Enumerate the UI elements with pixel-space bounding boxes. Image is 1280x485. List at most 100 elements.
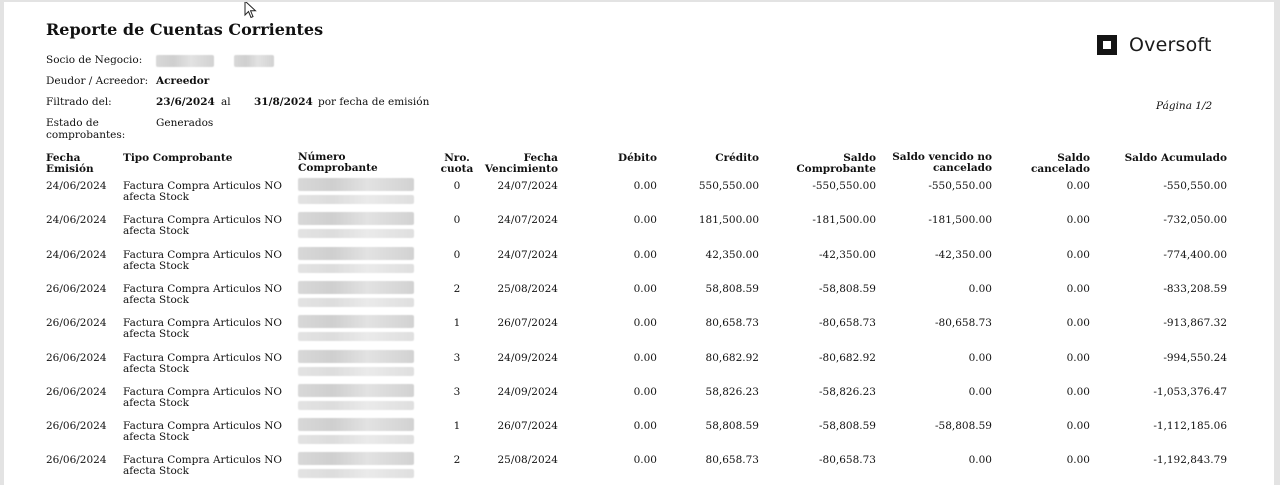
col-saldo-vencido: Saldo vencido no cancelado	[892, 151, 992, 174]
row-credito: 550,550.00	[698, 180, 759, 192]
row-tipo-comprobante: Factura Compra Articulos NO afecta Stock	[123, 249, 282, 272]
row-numero-comprobante-redacted	[298, 281, 414, 294]
estado-label-line2: comprobantes:	[46, 129, 126, 141]
mouse-cursor-icon	[244, 2, 257, 19]
row-saldo-comprobante: -42,350.00	[819, 249, 876, 261]
row-fecha-vencimiento: 26/07/2024	[497, 420, 558, 432]
row-nro-cuota: 0	[453, 214, 461, 226]
row-credito: 80,658.73	[705, 454, 759, 466]
row-numero-comprobante-redacted	[298, 229, 414, 238]
row-saldo-vencido: -181,500.00	[928, 214, 992, 226]
page-number: Página 1/2	[1156, 100, 1213, 112]
deudor-label: Deudor / Acreedor:	[46, 75, 149, 87]
fecha-desde: 23/6/2024	[156, 96, 215, 108]
row-credito: 58,808.59	[705, 283, 759, 295]
row-numero-comprobante-redacted	[298, 384, 414, 397]
row-credito: 181,500.00	[698, 214, 759, 226]
estado-label-line1: Estado de	[46, 117, 99, 129]
row-debito: 0.00	[633, 454, 657, 466]
row-numero-comprobante-redacted	[298, 332, 414, 341]
row-fecha-emision: 26/06/2024	[46, 352, 107, 364]
row-numero-comprobante-redacted	[298, 178, 414, 191]
row-fecha-vencimiento: 26/07/2024	[497, 317, 558, 329]
row-saldo-comprobante: -80,682.92	[819, 352, 876, 364]
row-saldo-acumulado: -833,208.59	[1163, 283, 1227, 295]
col-credito: Crédito	[715, 152, 759, 164]
estado-value: Generados	[156, 117, 214, 129]
row-tipo-comprobante: Factura Compra Articulos NO afecta Stock	[123, 352, 282, 375]
row-saldo-comprobante: -58,808.59	[819, 420, 876, 432]
row-fecha-emision: 26/06/2024	[46, 317, 107, 329]
row-saldo-acumulado: -1,112,185.06	[1153, 420, 1227, 432]
row-tipo-comprobante: Factura Compra Articulos NO afecta Stock	[123, 180, 282, 203]
row-saldo-cancelado: 0.00	[1066, 454, 1090, 466]
row-numero-comprobante-redacted	[298, 247, 414, 260]
row-debito: 0.00	[633, 317, 657, 329]
col-saldo-comprobante: Saldo Comprobante	[796, 152, 876, 175]
row-numero-comprobante-redacted	[298, 298, 414, 307]
row-credito: 42,350.00	[705, 249, 759, 261]
row-saldo-cancelado: 0.00	[1066, 420, 1090, 432]
row-nro-cuota: 3	[453, 386, 461, 398]
row-fecha-emision: 24/06/2024	[46, 214, 107, 226]
row-saldo-vencido: 0.00	[968, 454, 992, 466]
row-numero-comprobante-redacted	[298, 367, 414, 376]
al-label: al	[221, 96, 231, 108]
row-saldo-vencido: -58,808.59	[935, 420, 992, 432]
row-saldo-acumulado: -1,053,376.47	[1153, 386, 1227, 398]
row-debito: 0.00	[633, 420, 657, 432]
col-numero-comprobante: Número Comprobante	[298, 151, 378, 174]
row-saldo-cancelado: 0.00	[1066, 352, 1090, 364]
row-credito: 80,682.92	[705, 352, 759, 364]
row-nro-cuota: 1	[453, 420, 461, 432]
row-saldo-acumulado: -774,400.00	[1163, 249, 1227, 261]
row-numero-comprobante-redacted	[298, 315, 414, 328]
oversoft-logo: Oversoft	[1094, 32, 1212, 58]
filtrado-label: Filtrado del:	[46, 96, 112, 108]
row-fecha-vencimiento: 24/07/2024	[497, 214, 558, 226]
row-debito: 0.00	[633, 214, 657, 226]
row-numero-comprobante-redacted	[298, 435, 414, 444]
row-saldo-comprobante: -80,658.73	[819, 454, 876, 466]
oversoft-logo-text: Oversoft	[1129, 34, 1212, 56]
row-saldo-vencido: 0.00	[968, 283, 992, 295]
row-saldo-acumulado: -913,867.32	[1163, 317, 1227, 329]
row-fecha-emision: 24/06/2024	[46, 249, 107, 261]
row-saldo-vencido: -80,658.73	[935, 317, 992, 329]
row-nro-cuota: 0	[453, 180, 461, 192]
row-debito: 0.00	[633, 180, 657, 192]
row-saldo-acumulado: -1,192,843.79	[1153, 454, 1227, 466]
socio-code-redacted	[234, 55, 274, 67]
row-numero-comprobante-redacted	[298, 350, 414, 363]
row-tipo-comprobante: Factura Compra Articulos NO afecta Stock	[123, 317, 282, 340]
report-title: Reporte de Cuentas Corrientes	[46, 20, 324, 39]
row-fecha-emision: 26/06/2024	[46, 283, 107, 295]
row-saldo-cancelado: 0.00	[1066, 386, 1090, 398]
row-tipo-comprobante: Factura Compra Articulos NO afecta Stock	[123, 283, 282, 306]
row-fecha-emision: 26/06/2024	[46, 420, 107, 432]
row-saldo-comprobante: -181,500.00	[812, 214, 876, 226]
socio-value-redacted	[156, 55, 214, 67]
col-saldo-acumulado: Saldo Acumulado	[1124, 152, 1227, 164]
row-saldo-cancelado: 0.00	[1066, 214, 1090, 226]
oversoft-logo-icon	[1097, 35, 1120, 58]
row-saldo-vencido: -42,350.00	[935, 249, 992, 261]
row-numero-comprobante-redacted	[298, 212, 414, 225]
row-nro-cuota: 2	[453, 283, 461, 295]
row-credito: 58,826.23	[705, 386, 759, 398]
deudor-value: Acreedor	[156, 75, 210, 87]
fecha-hasta: 31/8/2024	[254, 96, 313, 108]
col-fecha-vencimiento: Fecha Vencimiento	[484, 152, 558, 175]
row-credito: 80,658.73	[705, 317, 759, 329]
row-saldo-vencido: -550,550.00	[928, 180, 992, 192]
col-tipo-comprobante: Tipo Comprobante	[123, 152, 233, 164]
row-debito: 0.00	[633, 249, 657, 261]
row-saldo-cancelado: 0.00	[1066, 249, 1090, 261]
row-fecha-vencimiento: 25/08/2024	[497, 283, 558, 295]
row-saldo-comprobante: -80,658.73	[819, 317, 876, 329]
row-saldo-cancelado: 0.00	[1066, 283, 1090, 295]
row-nro-cuota: 3	[453, 352, 461, 364]
report-page: Reporte de Cuentas Corrientes Socio de N…	[4, 2, 1274, 485]
row-fecha-emision: 24/06/2024	[46, 180, 107, 192]
row-debito: 0.00	[633, 352, 657, 364]
